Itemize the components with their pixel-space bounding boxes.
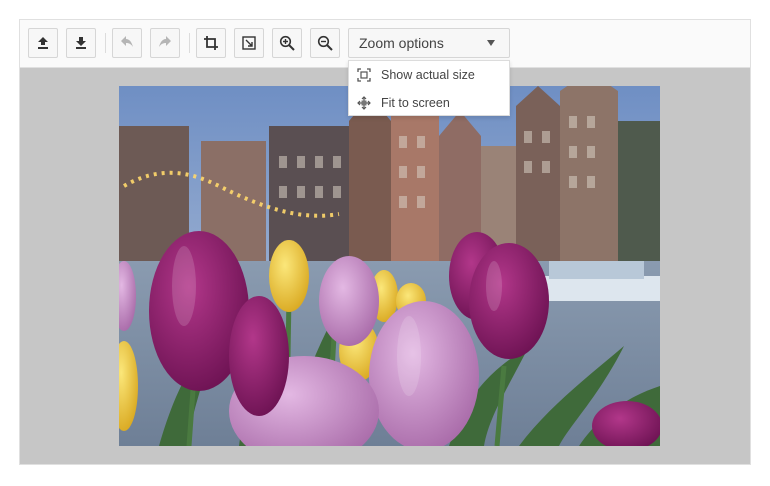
toolbar-separator bbox=[105, 33, 106, 53]
zoom-options-menu: Show actual size Fit to screen bbox=[348, 60, 510, 116]
zoom-in-button[interactable] bbox=[272, 28, 302, 58]
crop-button[interactable] bbox=[196, 28, 226, 58]
toolbar-separator bbox=[189, 33, 190, 53]
redo-button[interactable] bbox=[150, 28, 180, 58]
undo-icon bbox=[121, 36, 133, 47]
upload-icon bbox=[38, 37, 48, 49]
tulips-photo bbox=[119, 86, 660, 446]
menu-item-fit-to-screen[interactable]: Fit to screen bbox=[349, 89, 509, 117]
zoom-out-button[interactable] bbox=[310, 28, 340, 58]
undo-button[interactable] bbox=[112, 28, 142, 58]
crop-icon bbox=[204, 36, 218, 50]
zoom-out-icon bbox=[317, 35, 333, 51]
zoom-options-dropdown[interactable]: Zoom options bbox=[348, 28, 510, 58]
image-editor: Zoom options Show actual size Fit to scr… bbox=[19, 19, 751, 465]
download-icon bbox=[76, 37, 86, 49]
caret-down-icon bbox=[487, 40, 495, 46]
zoom-in-icon bbox=[279, 35, 295, 51]
menu-item-label: Fit to screen bbox=[381, 96, 450, 110]
menu-item-show-actual-size[interactable]: Show actual size bbox=[349, 61, 509, 89]
upload-button[interactable] bbox=[28, 28, 58, 58]
resize-button[interactable] bbox=[234, 28, 264, 58]
image-canvas[interactable] bbox=[119, 86, 660, 446]
menu-item-label: Show actual size bbox=[381, 68, 475, 82]
download-button[interactable] bbox=[66, 28, 96, 58]
redo-icon bbox=[159, 36, 171, 47]
resize-icon bbox=[242, 36, 256, 50]
fit-to-screen-icon bbox=[357, 96, 371, 110]
actual-size-icon bbox=[357, 68, 371, 82]
zoom-options-label: Zoom options bbox=[359, 35, 444, 51]
